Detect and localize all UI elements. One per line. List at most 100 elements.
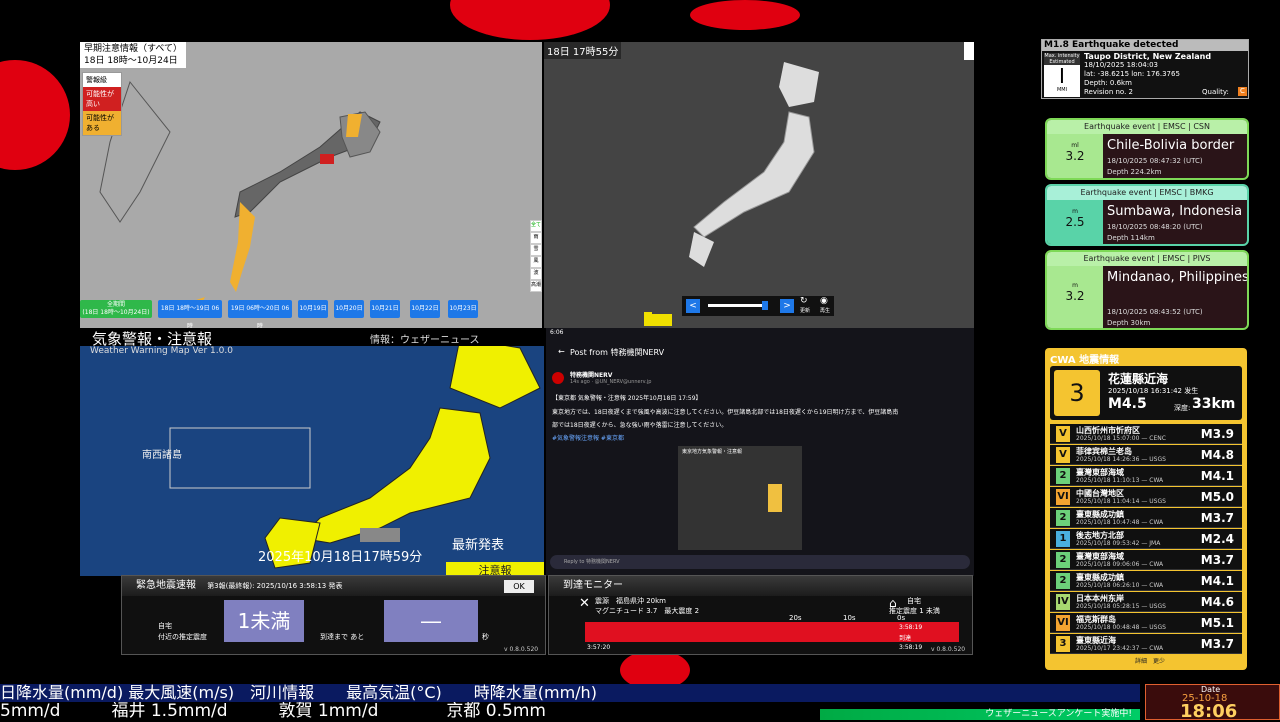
early-warning-map-panel[interactable]: 早期注意情報（すべて） 18日 18時〜10月24日 警報級 可能性が高い 可能… (80, 42, 542, 328)
cwa-row[interactable]: IV 日本本州东岸 2025/10/18 05:28:15 — USGS M4.6 (1050, 592, 1242, 612)
cwa-latest[interactable]: 3 花蓮縣近海 2025/10/18 16:31:42 发生 M4.5 深度: … (1050, 366, 1242, 420)
filter-all[interactable]: 全て (530, 220, 542, 232)
refresh-label: 更新 (800, 308, 811, 314)
event-time: 18/10/2025 08:47:32 (UTC) (1107, 157, 1203, 165)
play-icon[interactable]: ◉ (820, 296, 828, 306)
detected-time: 18/10/2025 18:04:03 (1084, 61, 1159, 69)
day-button[interactable]: 10月19日 (298, 300, 328, 318)
cwa-row[interactable]: 1 後志地方北部 2025/10/18 09:53:42 — JMA M2.4 (1050, 529, 1242, 549)
day-button-all[interactable]: 全期間 (18日 18時〜10月24日) (80, 300, 152, 318)
eew-ok-button[interactable]: OK (504, 580, 534, 593)
event-mag: 3.2 (1065, 289, 1085, 303)
arrival-bar: 3:58:19 到達 (585, 622, 959, 642)
warning-subtitle: Weather Warning Map Ver 1.0.0 (90, 346, 233, 356)
filter-wind[interactable]: 風 (530, 256, 542, 268)
event-place: Mindanao, Philippines (1107, 270, 1249, 285)
cwa-row-intensity: V (1056, 447, 1070, 463)
cwa-row-magnitude: M3.7 (1200, 511, 1234, 525)
eew-label-until: 到達まで あと (320, 633, 365, 641)
filter-storm-surge[interactable]: 高潮 (530, 280, 542, 292)
cwa-row[interactable]: 2 臺東縣成功鎮 2025/10/18 06:26:10 — CWA M4.1 (1050, 571, 1242, 591)
cwa-footer[interactable]: 詳細 更少 (1135, 656, 1165, 665)
cwa-row-datetime: 2025/10/18 06:26:10 — CWA (1076, 582, 1164, 589)
cwa-row-magnitude: M4.6 (1200, 595, 1234, 609)
cwa-row-datetime: 2025/10/18 09:53:42 — JMA (1076, 540, 1161, 547)
event-time: 18/10/2025 08:48:20 (UTC) (1107, 223, 1203, 231)
background-shape (450, 0, 610, 40)
post-line: 東京地方では、18日夜遅くまで強風や高波に注意してください。伊豆諸島北部では18… (552, 409, 899, 416)
day-button[interactable]: 10月20日 (334, 300, 364, 318)
cwa-row[interactable]: 2 臺灣東部海域 2025/10/18 11:10:13 — CWA M4.1 (1050, 466, 1242, 486)
event-card[interactable]: Earthquake event | EMSC | BMKG m 2.5 Sum… (1045, 184, 1249, 246)
arrival-title: 到達モニター (549, 576, 972, 596)
arrival-source: 震源 福島県沖 20km (595, 597, 667, 605)
cwa-depth-label: 深度: (1174, 404, 1191, 412)
detected-coords: lat: -38.6215 lon: 176.3765 (1084, 70, 1180, 78)
event-place: Sumbawa, Indonesia (1107, 204, 1243, 219)
cwa-row[interactable]: 2 臺東縣成功鎮 2025/10/18 10:47:48 — CWA M3.7 (1050, 508, 1242, 528)
prev-button[interactable]: < (686, 299, 700, 313)
cwa-row-datetime: 2025/10/18 10:47:48 — CWA (1076, 519, 1164, 526)
filter-wave[interactable]: 波 (530, 268, 542, 280)
day-button[interactable]: 10月21日 (370, 300, 400, 318)
cwa-row[interactable]: 2 臺灣東部海域 2025/10/18 09:06:06 — CWA M3.7 (1050, 550, 1242, 570)
post-image[interactable]: 東京地方気象警報・注意報 (678, 446, 802, 550)
cwa-row-intensity: VI (1056, 615, 1070, 631)
cwa-row-magnitude: M3.7 (1200, 637, 1234, 651)
cwa-row[interactable]: V 菲律宾棉兰老岛 2025/10/18 14:26:36 — USGS M4.8 (1050, 445, 1242, 465)
filter-snow[interactable]: 雪 (530, 244, 542, 256)
post-line: 部では18日夜遅くから、急な強い雨や落雷に注意してください。 (552, 422, 728, 429)
next-button[interactable]: > (780, 299, 794, 313)
avatar[interactable] (552, 372, 564, 384)
weather-warning-panel: 気象警報・注意報 情報：ウェザーニュース Weather Warning Map… (80, 328, 544, 576)
slider-handle[interactable] (762, 301, 768, 310)
radar-timestamp: 18日 17時55分 (544, 42, 622, 59)
back-icon[interactable]: ← (558, 347, 565, 356)
eew-intensity: 1未満 (224, 600, 304, 642)
event-depth: Depth 114km (1107, 234, 1155, 242)
map-title: 早期注意情報（すべて） 18日 18時〜10月24日 (80, 42, 187, 68)
detected-quality: C (1238, 87, 1247, 96)
time-slider[interactable] (708, 304, 768, 307)
event-mtype: ml (1071, 142, 1079, 149)
epicenter-icon: ✕ (579, 596, 590, 611)
legend-item-warning: 警報級 (86, 76, 107, 84)
arrival-label: 到達 (899, 635, 912, 642)
event-magnitude-box: m 3.2 (1047, 266, 1103, 328)
cwa-row-datetime: 2025/10/18 05:28:15 — USGS (1076, 603, 1166, 610)
day-button[interactable]: 10月23日 (448, 300, 478, 318)
cwa-row[interactable]: VI 福克斯群岛 2025/10/18 00:48:48 — USGS M5.1 (1050, 613, 1242, 633)
image-highlight (768, 484, 782, 512)
radar-map-panel[interactable]: 18日 17時55分 (544, 42, 974, 328)
cwa-row-intensity: IV (1056, 594, 1070, 610)
cwa-row[interactable]: 3 臺東縣近海 2025/10/17 23:42:37 — CWA M3.7 (1050, 634, 1242, 654)
day-button[interactable]: 10月22日 (410, 300, 440, 318)
day-button[interactable]: 18日 18時〜19日 06時 (158, 300, 222, 330)
warning-timestamp: 2025年10月18日17時59分 (258, 550, 423, 565)
detected-intensity: I (1059, 64, 1065, 88)
cwa-row-magnitude: M4.8 (1200, 448, 1234, 462)
event-header: Earthquake event | EMSC | CSN (1047, 120, 1247, 134)
day-button[interactable]: 19日 06時〜20日 06時 (228, 300, 292, 330)
ticker-banner: ウェザーニュースアンケート実施中! (820, 709, 1140, 720)
reply-input[interactable]: Reply to 特務機関NERV (550, 555, 970, 569)
detected-intensity-box: Max. intensity Estimated I MMI (1044, 53, 1080, 97)
cwa-row[interactable]: V 山西忻州市忻府区 2025/10/18 15:07:00 — CENC M3.9 (1050, 424, 1242, 444)
event-card[interactable]: Earthquake event | EMSC | PIVS m 3.2 Min… (1045, 250, 1249, 330)
japan-map (99, 80, 381, 307)
filter-rain[interactable]: 雨 (530, 232, 542, 244)
zoom-control[interactable] (964, 42, 974, 60)
event-card[interactable]: Earthquake event | EMSC | CSN ml 3.2 Chi… (1045, 118, 1249, 180)
post-tags[interactable]: #気象警報注意報 #東京都 (552, 433, 624, 442)
radar-japan-map (644, 62, 819, 326)
background-shape (0, 60, 70, 170)
cwa-row-intensity: 2 (1056, 573, 1070, 589)
cwa-row[interactable]: VI 中國台灣地区 2025/10/18 11:04:14 — USGS M5.0 (1050, 487, 1242, 507)
cwa-row-intensity: 2 (1056, 552, 1070, 568)
map-legend: 警報級 可能性が高い 可能性がある (82, 72, 122, 136)
event-header: Earthquake event | EMSC | PIVS (1047, 252, 1247, 266)
refresh-icon[interactable]: ↻ (800, 296, 808, 306)
detected-depth: Depth: 0.6km (1084, 79, 1132, 87)
post-author[interactable]: 特務機関NERV (570, 370, 612, 379)
cwa-row-datetime: 2025/10/17 23:42:37 — CWA (1076, 645, 1164, 652)
